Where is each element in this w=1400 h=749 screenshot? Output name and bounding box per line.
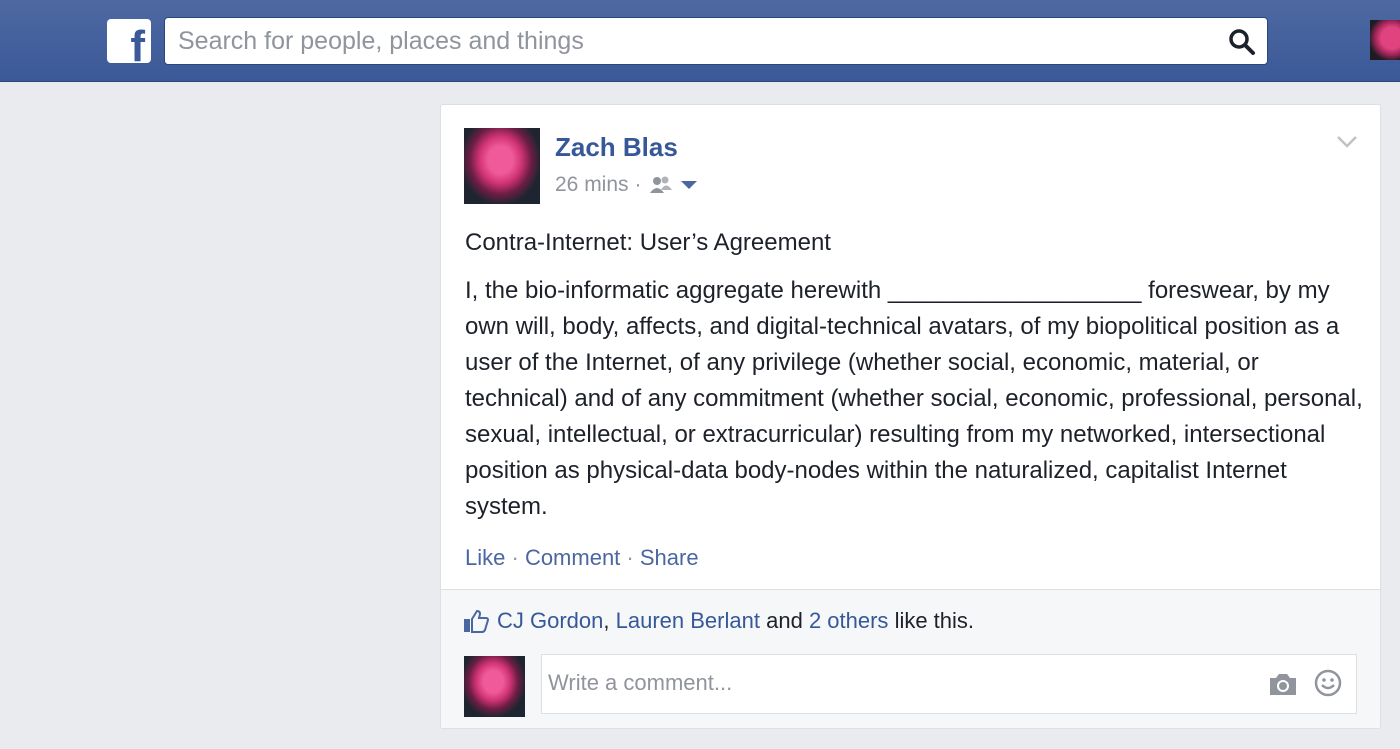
post-feedback-section: CJ Gordon, Lauren Berlant and 2 others l… [441, 589, 1380, 728]
share-link[interactable]: Share [640, 545, 699, 570]
post-body: I, the bio-informatic aggregate herewith… [465, 277, 1363, 520]
liker-link[interactable]: CJ Gordon [497, 608, 603, 633]
like-link[interactable]: Like [465, 545, 505, 570]
likes-comma: , [603, 608, 610, 633]
likes-suffix: like this. [894, 608, 975, 633]
post-timestamp[interactable]: 26 mins [555, 173, 629, 197]
user-avatar[interactable] [1370, 20, 1400, 60]
thumbs-up-icon [463, 609, 489, 633]
audience-dropdown-icon[interactable] [680, 179, 698, 191]
facebook-logo[interactable]: f [107, 19, 151, 63]
likes-summary: CJ Gordon, Lauren Berlant and 2 others l… [463, 608, 974, 634]
post-actions: Like · Comment · Share [465, 545, 699, 571]
facebook-logo-letter: f [130, 22, 145, 64]
commenter-avatar [464, 656, 525, 717]
search-icon[interactable] [1227, 27, 1257, 57]
search-input[interactable] [165, 19, 1205, 63]
others-link[interactable]: 2 others [809, 608, 889, 633]
post-author-name[interactable]: Zach Blas [555, 132, 678, 163]
post-options-chevron-icon[interactable] [1336, 135, 1358, 149]
meta-separator: · [634, 173, 642, 196]
top-navigation-bar: f [0, 0, 1400, 82]
comment-link[interactable]: Comment [525, 545, 620, 570]
liker-link[interactable]: Lauren Berlant [616, 608, 760, 633]
post-card: Zach Blas 26 mins · Contra-Internet: Use… [440, 104, 1381, 729]
emoji-icon[interactable] [1314, 669, 1342, 697]
likes-and: and [766, 608, 803, 633]
post-title: Contra-Internet: User’s Agreement [465, 229, 831, 256]
action-separator: · [626, 545, 634, 570]
camera-icon[interactable] [1268, 671, 1298, 697]
comment-input[interactable] [542, 655, 1242, 711]
author-avatar[interactable] [464, 128, 540, 204]
comment-box [541, 654, 1357, 714]
action-separator: · [511, 545, 519, 570]
search-bar [164, 17, 1268, 65]
likes-text: CJ Gordon, Lauren Berlant and 2 others l… [497, 608, 974, 634]
audience-friends-icon[interactable] [648, 175, 674, 195]
post-meta: 26 mins · [555, 173, 698, 197]
